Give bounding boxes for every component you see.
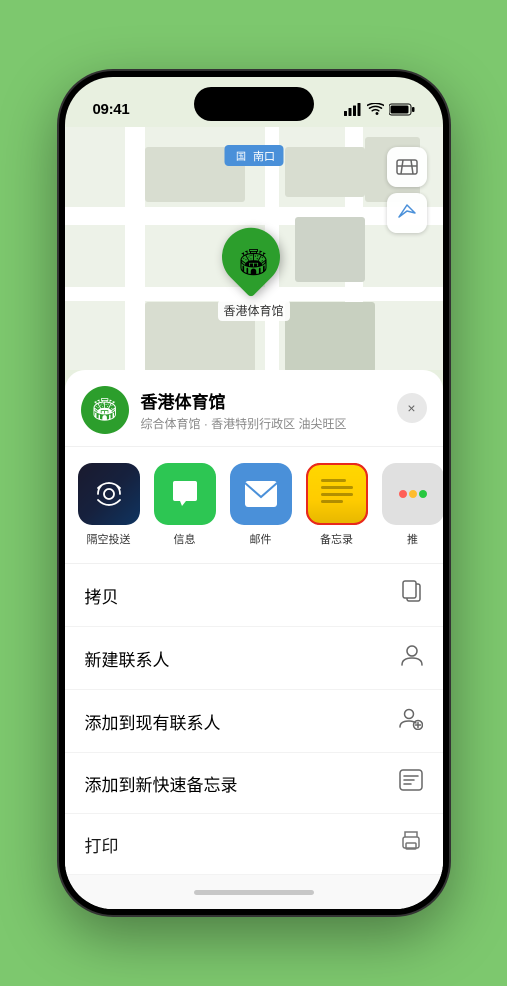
airdrop-icon <box>93 478 125 510</box>
dynamic-island <box>194 87 314 121</box>
mail-icon-box <box>230 463 292 525</box>
location-pin: 🏟 香港体育馆 <box>217 232 289 321</box>
pin-icon: 🏟 <box>237 247 270 278</box>
action-copy[interactable]: 拷贝 <box>65 564 443 627</box>
map-type-button[interactable] <box>387 147 427 187</box>
messages-label: 信息 <box>174 531 196 547</box>
airdrop-icon-box <box>78 463 140 525</box>
status-icons <box>344 103 415 116</box>
person-icon <box>401 643 423 673</box>
building-5 <box>285 302 375 370</box>
print-icon <box>399 830 423 858</box>
copy-label: 拷贝 <box>85 583 119 608</box>
share-item-notes[interactable]: 备忘录 <box>305 463 369 547</box>
new-contact-label: 新建联系人 <box>85 646 170 671</box>
battery-icon <box>389 103 415 116</box>
airdrop-label: 隔空投送 <box>87 531 131 547</box>
map-icon <box>396 156 418 178</box>
copy-icon <box>401 580 423 610</box>
phone-frame: 09:41 <box>59 71 449 915</box>
messages-icon <box>168 477 202 511</box>
share-item-mail[interactable]: 邮件 <box>229 463 293 547</box>
home-bar <box>194 890 314 895</box>
wifi-icon <box>367 103 384 116</box>
add-existing-label: 添加到现有联系人 <box>85 709 221 734</box>
action-quick-note[interactable]: 添加到新快速备忘录 <box>65 753 443 814</box>
person-add-icon <box>399 706 423 736</box>
share-item-airdrop[interactable]: 隔空投送 <box>77 463 141 547</box>
action-add-existing[interactable]: 添加到现有联系人 <box>65 690 443 753</box>
venue-header: 🏟 香港体育馆 综合体育馆 · 香港特别行政区 油尖旺区 × <box>65 370 443 447</box>
signal-icon <box>344 103 362 116</box>
location-arrow-icon <box>397 203 417 223</box>
phone-screen: 09:41 <box>65 77 443 909</box>
more-icon-box <box>382 463 443 525</box>
action-print[interactable]: 打印 <box>65 814 443 875</box>
map-controls <box>387 147 427 239</box>
building-3 <box>295 217 365 282</box>
road-vertical-1 <box>125 127 145 370</box>
pin-label: 香港体育馆 <box>217 300 289 321</box>
mail-icon <box>243 479 279 509</box>
venue-subtitle: 综合体育馆 · 香港特别行政区 油尖旺区 <box>141 415 427 432</box>
action-list: 拷贝 新建联系人 <box>65 564 443 875</box>
venue-info: 香港体育馆 综合体育馆 · 香港特别行政区 油尖旺区 <box>141 388 427 432</box>
notes-lines <box>315 471 359 507</box>
share-item-more[interactable]: 推 <box>381 463 443 547</box>
home-indicator <box>65 875 443 909</box>
note-icon <box>399 769 423 797</box>
bottom-sheet: 🏟 香港体育馆 综合体育馆 · 香港特别行政区 油尖旺区 × <box>65 370 443 909</box>
status-time: 09:41 <box>93 101 130 118</box>
venue-name: 香港体育馆 <box>141 388 427 413</box>
action-new-contact[interactable]: 新建联系人 <box>65 627 443 690</box>
share-row: 隔空投送 信息 <box>65 447 443 564</box>
location-button[interactable] <box>387 193 427 233</box>
quick-note-label: 添加到新快速备忘录 <box>85 771 238 796</box>
notes-label: 备忘录 <box>320 531 353 547</box>
close-button[interactable]: × <box>397 393 427 423</box>
mail-label: 邮件 <box>250 531 272 547</box>
notes-icon-box <box>306 463 368 525</box>
share-item-messages[interactable]: 信息 <box>153 463 217 547</box>
building-2 <box>285 147 365 197</box>
status-bar: 09:41 <box>65 77 443 127</box>
map-area: 国 南口 <box>65 127 443 370</box>
more-label: 推 <box>407 531 418 547</box>
map-north-label: 国 南口 <box>224 145 283 166</box>
print-label: 打印 <box>85 832 119 857</box>
north-text: 南口 <box>253 148 275 164</box>
messages-icon-box <box>154 463 216 525</box>
venue-icon: 🏟 <box>81 386 129 434</box>
